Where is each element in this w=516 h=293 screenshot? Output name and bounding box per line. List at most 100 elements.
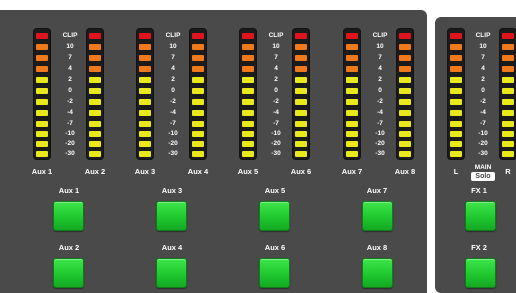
meter-segment [192, 151, 204, 157]
aux-7-button[interactable] [362, 201, 393, 231]
meter-segment [36, 99, 48, 105]
scale-tick-label: -4 [377, 109, 383, 116]
meter-segment [139, 110, 151, 116]
meter-segment [399, 131, 411, 137]
meter-segment [139, 33, 151, 39]
scale-tick-label: 0 [378, 87, 382, 94]
meter-segment [36, 55, 48, 61]
main-meter-right [499, 28, 516, 160]
scale-tick-label: 2 [481, 76, 485, 83]
scale-tick-label: -20 [65, 140, 75, 147]
scale-tick-label: -2 [273, 98, 279, 105]
scale-tick-label: -20 [168, 140, 178, 147]
aux-meter-7 [343, 28, 361, 160]
meter-segment [295, 33, 307, 39]
scale-tick-label: -7 [480, 120, 486, 127]
meter-segment [295, 77, 307, 83]
aux-meter-1 [33, 28, 51, 160]
scale-tick-label: 2 [274, 76, 278, 83]
meter-scale: CLIP 10 7 4 2 0 -2 -4 -7 -10 -20 -30 [57, 28, 83, 160]
meter-segment [36, 151, 48, 157]
scale-tick-label: 10 [272, 43, 280, 50]
meter-segment [89, 33, 101, 39]
meter-segment [192, 141, 204, 147]
scale-tick-label: 4 [274, 65, 278, 72]
scale-tick-label: 0 [171, 87, 175, 94]
scale-tick-label: 10 [376, 43, 384, 50]
meter-segment [36, 88, 48, 94]
meter-segment [242, 131, 254, 137]
meter-segment [295, 55, 307, 61]
meter-segment [295, 88, 307, 94]
meter-segment [502, 110, 514, 116]
main-meter-scale: CLIP 10 7 4 2 0 -2 -4 -7 -10 -20 -30 [470, 28, 496, 160]
meter-segment [89, 110, 101, 116]
meter-segment [399, 121, 411, 127]
scale-tick-label: -2 [480, 98, 486, 105]
meter-segment [295, 66, 307, 72]
meter-segment [399, 55, 411, 61]
meter-segment [139, 141, 151, 147]
meter-segment [36, 121, 48, 127]
meter-segment [36, 77, 48, 83]
meter-segment [36, 44, 48, 50]
meter-segment [502, 66, 514, 72]
scale-tick-label: -4 [480, 109, 486, 116]
scale-tick-label: 7 [171, 54, 175, 61]
scale-tick-label: -30 [65, 150, 75, 157]
main-meter-left [447, 28, 465, 160]
meter-segment [89, 99, 101, 105]
meter-segment [346, 141, 358, 147]
meter-segment [192, 110, 204, 116]
aux-3-button[interactable] [156, 201, 187, 231]
fx-1-button[interactable] [465, 201, 496, 231]
aux-1-button[interactable] [53, 201, 84, 231]
meter-scale: CLIP 10 7 4 2 0 -2 -4 -7 -10 -20 -30 [160, 28, 186, 160]
meter-segment [242, 33, 254, 39]
meter-label: Aux 8 [394, 167, 416, 176]
meter-segment [295, 131, 307, 137]
meter-segment [450, 33, 462, 39]
fx-1-button-label: FX 1 [471, 186, 487, 195]
aux-3-button-label: Aux 3 [161, 186, 183, 195]
aux-meter-8 [396, 28, 414, 160]
meter-segment [89, 131, 101, 137]
meter-segment [36, 131, 48, 137]
aux-5-button[interactable] [259, 201, 290, 231]
meter-segment [242, 55, 254, 61]
scale-tick-label: 7 [68, 54, 72, 61]
meter-segment [399, 44, 411, 50]
aux-2-button[interactable] [53, 258, 84, 288]
scale-tick-label: -10 [271, 130, 281, 137]
scale-tick-label: -10 [65, 130, 75, 137]
aux-7-button-label: Aux 7 [366, 186, 388, 195]
meter-segment [346, 55, 358, 61]
aux-5-button-label: Aux 5 [264, 186, 286, 195]
meter-segment [242, 121, 254, 127]
meter-segment [502, 33, 514, 39]
meter-segment [295, 121, 307, 127]
meter-segment [242, 151, 254, 157]
meter-label: Aux 6 [290, 167, 312, 176]
meter-segment [502, 151, 514, 157]
scale-tick-label: 0 [274, 87, 278, 94]
meter-segment [192, 44, 204, 50]
meter-segment [89, 151, 101, 157]
meter-segment [192, 55, 204, 61]
meter-segment [450, 151, 462, 157]
meter-segment [89, 141, 101, 147]
aux-8-button[interactable] [362, 258, 393, 288]
meter-segment [295, 141, 307, 147]
meter-segment [502, 121, 514, 127]
meter-segment [192, 131, 204, 137]
scale-tick-label: CLIP [165, 32, 181, 39]
meter-label: Aux 5 [237, 167, 259, 176]
aux-6-button[interactable] [259, 258, 290, 288]
meter-segment [192, 33, 204, 39]
aux-4-button[interactable] [156, 258, 187, 288]
fx-2-button[interactable] [465, 258, 496, 288]
meter-label: Aux 2 [84, 167, 106, 176]
meter-segment [192, 66, 204, 72]
meter-segment [346, 121, 358, 127]
scale-tick-label: 10 [479, 43, 487, 50]
